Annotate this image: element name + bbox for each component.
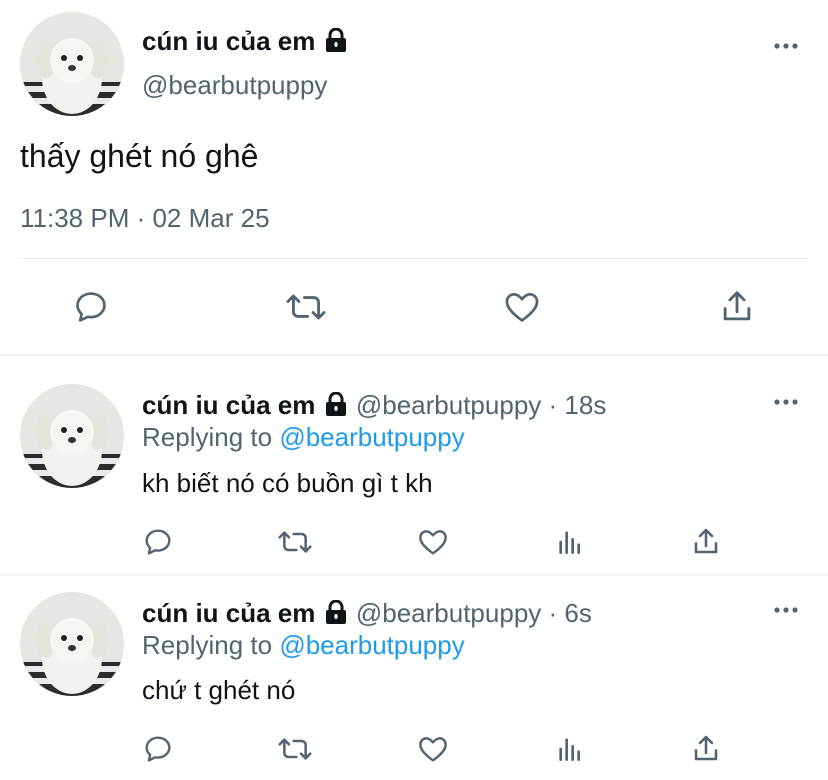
replying-to: Replying to @bearbutpuppy	[142, 422, 465, 452]
like-icon	[419, 530, 447, 555]
handle[interactable]: @bearbutpuppy	[356, 390, 541, 420]
tweet-separator	[0, 574, 828, 576]
retweet-button[interactable]	[276, 733, 314, 765]
more-icon	[774, 43, 798, 49]
share-icon	[694, 735, 718, 761]
like-button[interactable]	[502, 288, 542, 326]
reply-button[interactable]	[142, 733, 174, 765]
like-button[interactable]	[416, 526, 450, 558]
handle[interactable]: @bearbutpuppy	[142, 70, 327, 100]
replying-to-handle-link[interactable]: @bearbutpuppy	[279, 630, 464, 660]
more-icon	[774, 399, 798, 405]
more-options-button[interactable]	[772, 392, 800, 412]
separator-dot: ·	[548, 598, 558, 628]
separator-dot: ·	[548, 390, 558, 420]
like-button[interactable]	[416, 733, 450, 765]
retweet-icon	[278, 738, 312, 760]
lock-icon	[323, 391, 349, 422]
analytics-button[interactable]	[554, 526, 586, 558]
display-name[interactable]: cún iu của em	[142, 26, 349, 58]
share-icon	[694, 528, 718, 554]
reply-text: chứ t ghét nó	[142, 675, 296, 705]
tweet-text: thấy ghét nó ghê	[20, 138, 259, 174]
analytics-button[interactable]	[554, 733, 586, 765]
replying-to: Replying to @bearbutpuppy	[142, 630, 465, 660]
reply-avatar[interactable]	[20, 384, 124, 488]
like-icon	[505, 292, 539, 322]
share-button[interactable]	[718, 288, 756, 326]
lock-icon	[323, 27, 349, 58]
lock-icon	[323, 599, 349, 630]
handle[interactable]: @bearbutpuppy	[356, 598, 541, 628]
reply-text: kh biết nó có buồn gì t kh	[142, 468, 433, 498]
display-name[interactable]: cún iu của em	[142, 390, 315, 420]
reply-time[interactable]: 18s	[564, 390, 606, 420]
display-name-text[interactable]: cún iu của em	[142, 26, 315, 56]
reply-icon	[145, 736, 171, 762]
share-icon	[723, 291, 751, 321]
tweet-separator	[0, 354, 828, 356]
divider	[20, 258, 808, 259]
display-name[interactable]: cún iu của em	[142, 598, 315, 628]
retweet-button[interactable]	[284, 288, 328, 326]
reply-avatar[interactable]	[20, 592, 124, 696]
retweet-button[interactable]	[276, 526, 314, 558]
replying-to-handle-link[interactable]: @bearbutpuppy	[279, 422, 464, 452]
share-button[interactable]	[690, 526, 722, 558]
like-icon	[419, 737, 447, 762]
replying-to-label: Replying to	[142, 422, 273, 452]
reply-header: cún iu của em @bearbutpuppy · 6s	[142, 598, 592, 630]
replying-to-label: Replying to	[142, 630, 273, 660]
analytics-icon	[559, 531, 580, 554]
reply-button[interactable]	[72, 288, 110, 326]
more-options-button[interactable]	[772, 36, 800, 56]
reply-icon	[145, 529, 171, 555]
reply-time[interactable]: 6s	[564, 598, 591, 628]
avatar[interactable]	[20, 12, 124, 116]
more-icon	[774, 607, 798, 613]
retweet-icon	[286, 294, 326, 320]
reply-header: cún iu của em @bearbutpuppy · 18s	[142, 390, 606, 422]
analytics-icon	[559, 738, 580, 761]
tweet-timestamp[interactable]: 11:38 PM · 02 Mar 25	[20, 202, 270, 234]
reply-button[interactable]	[142, 526, 174, 558]
retweet-icon	[278, 531, 312, 553]
reply-icon	[76, 292, 106, 322]
more-options-button[interactable]	[772, 600, 800, 620]
share-button[interactable]	[690, 733, 722, 765]
